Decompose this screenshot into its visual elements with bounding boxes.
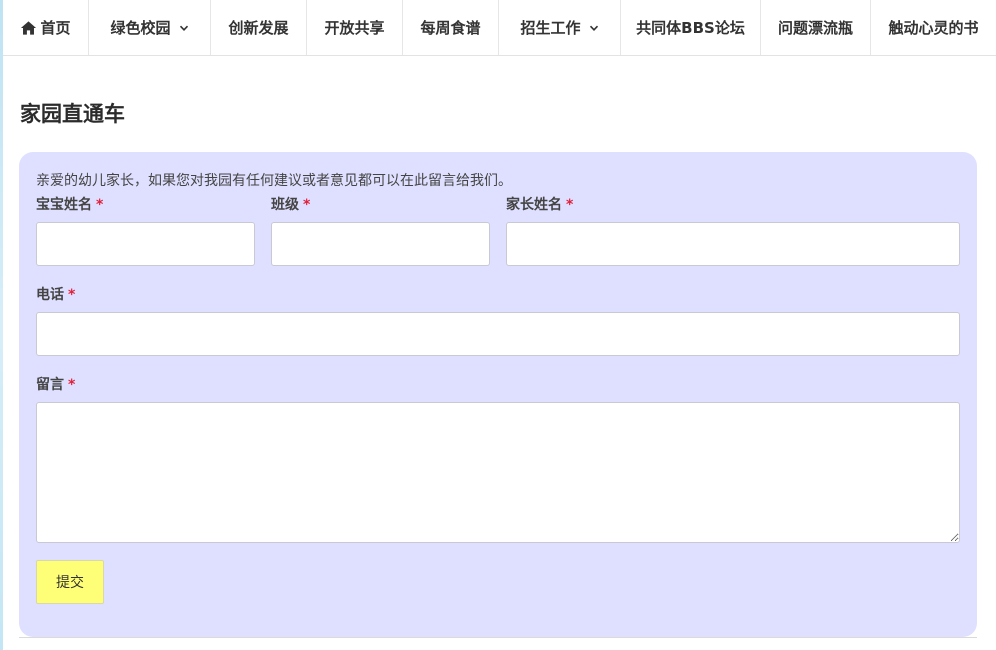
home-icon bbox=[21, 20, 37, 35]
nav-item-weekly-menu[interactable]: 每周食谱 bbox=[403, 0, 499, 55]
nav-item-label: 招生工作 bbox=[520, 19, 581, 37]
parent-name-label: 家长姓名 * bbox=[506, 194, 573, 214]
message-label: 留言 * bbox=[36, 374, 75, 394]
submit-button[interactable]: 提交 bbox=[36, 560, 104, 604]
main-nav: 首页 绿色校园 创新发展 开放共享 每周食谱 招生工作 共同体BBS论坛 问题漂… bbox=[3, 0, 996, 56]
nav-item-touching-books[interactable]: 触动心灵的书 bbox=[871, 0, 996, 55]
nav-item-green-campus[interactable]: 绿色校园 bbox=[89, 0, 211, 55]
nav-item-label: 共同体BBS论坛 bbox=[636, 19, 745, 37]
baby-name-input[interactable] bbox=[36, 222, 255, 266]
baby-name-label: 宝宝姓名 * bbox=[36, 194, 103, 214]
nav-item-label: 触动心灵的书 bbox=[888, 19, 979, 37]
required-mark: * bbox=[303, 197, 311, 213]
nav-item-innovation[interactable]: 创新发展 bbox=[211, 0, 307, 55]
nav-item-label: 首页 bbox=[40, 19, 71, 37]
required-mark: * bbox=[68, 287, 76, 303]
message-label-text: 留言 bbox=[36, 377, 64, 393]
phone-label-text: 电话 bbox=[36, 287, 64, 303]
message-textarea[interactable] bbox=[36, 402, 960, 543]
nav-item-label: 创新发展 bbox=[228, 19, 289, 37]
nav-item-label: 绿色校园 bbox=[110, 19, 171, 37]
phone-label: 电话 * bbox=[36, 284, 75, 304]
required-mark: * bbox=[96, 197, 104, 213]
chevron-down-icon bbox=[179, 25, 188, 31]
bottom-divider bbox=[19, 637, 977, 638]
baby-name-label-text: 宝宝姓名 bbox=[36, 197, 92, 213]
nav-item-label: 开放共享 bbox=[324, 19, 385, 37]
nav-item-bbs-forum[interactable]: 共同体BBS论坛 bbox=[621, 0, 761, 55]
feedback-form: 亲爱的幼儿家长，如果您对我园有任何建议或者意见都可以在此留言给我们。 宝宝姓名 *… bbox=[19, 152, 977, 637]
required-mark: * bbox=[566, 197, 574, 213]
chevron-down-icon bbox=[589, 25, 598, 31]
parent-name-input[interactable] bbox=[506, 222, 960, 266]
parent-name-label-text: 家长姓名 bbox=[506, 197, 562, 213]
required-mark: * bbox=[68, 377, 76, 393]
nav-item-label: 问题漂流瓶 bbox=[777, 19, 853, 37]
page-title: 家园直通车 bbox=[20, 102, 125, 126]
nav-item-home[interactable]: 首页 bbox=[3, 0, 89, 55]
class-label: 班级 * bbox=[271, 194, 310, 214]
nav-item-open-sharing[interactable]: 开放共享 bbox=[307, 0, 403, 55]
left-edge-strip bbox=[0, 0, 3, 650]
nav-item-label: 每周食谱 bbox=[420, 19, 481, 37]
nav-item-drift-bottle[interactable]: 问题漂流瓶 bbox=[761, 0, 871, 55]
class-input[interactable] bbox=[271, 222, 490, 266]
class-label-text: 班级 bbox=[271, 197, 299, 213]
phone-input[interactable] bbox=[36, 312, 960, 356]
nav-item-admissions[interactable]: 招生工作 bbox=[499, 0, 621, 55]
form-intro: 亲爱的幼儿家长，如果您对我园有任何建议或者意见都可以在此留言给我们。 bbox=[36, 173, 512, 189]
